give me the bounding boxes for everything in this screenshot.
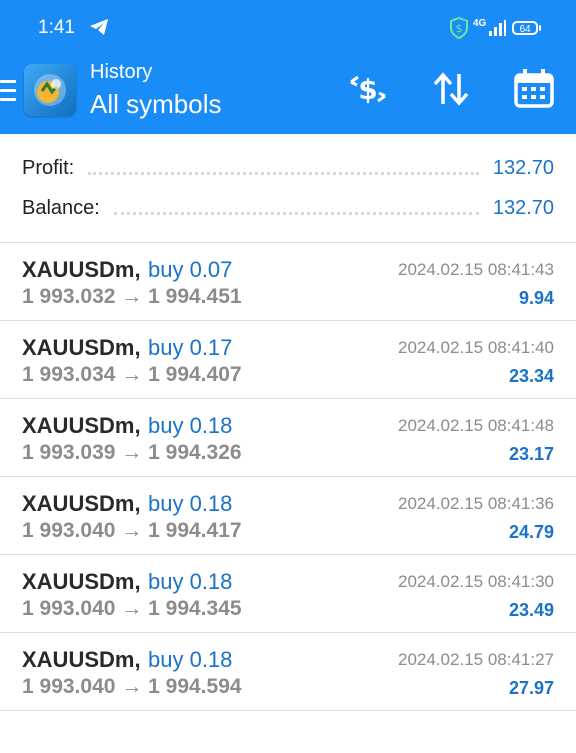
close-price: 1 994.594: [148, 675, 242, 698]
status-time: 1:41: [38, 17, 75, 38]
open-price: 1 993.040: [22, 675, 116, 698]
battery-level: 64: [519, 24, 531, 35]
sort-arrows-icon[interactable]: [432, 68, 470, 110]
trade-side-volume: buy 0.18: [148, 647, 233, 672]
price-arrow: →: [121, 363, 143, 386]
trade-row[interactable]: XAUUSDm, buy 0.17 1 993.034 → 1 994.407 202…: [0, 321, 576, 399]
trade-row[interactable]: XAUUSDm, buy 0.07 1 993.032 → 1 994.451 202…: [0, 243, 576, 321]
close-price: 1 994.326: [148, 441, 242, 464]
open-price: 1 993.040: [22, 519, 116, 542]
price-arrow: →: [121, 285, 143, 308]
trade-prices: 1 993.040 → 1 994.417: [22, 519, 242, 543]
trade-prices: 1 993.040 → 1 994.345: [22, 597, 242, 621]
battery-icon: 64: [512, 21, 538, 35]
price-arrow: →: [121, 675, 143, 698]
close-price: 1 994.345: [148, 597, 242, 620]
signal-icon: [489, 20, 506, 36]
hamburger-icon[interactable]: [0, 80, 16, 102]
trade-profit: 23.17: [508, 444, 554, 464]
profit-value: 132.70: [492, 156, 554, 179]
app-logo: [24, 64, 76, 116]
trade-profit: 23.49: [508, 600, 554, 620]
open-price: 1 993.039: [22, 441, 116, 464]
price-arrow: →: [121, 597, 143, 620]
trade-profit: 9.94: [518, 288, 554, 308]
trade-symbol: XAUUSDm,: [22, 335, 141, 360]
open-price: 1 993.032: [22, 285, 116, 308]
trade-time: 2024.02.15 08:41:48: [398, 416, 554, 435]
open-price: 1 993.034: [22, 363, 116, 386]
trade-time: 2024.02.15 08:41:27: [398, 650, 554, 669]
trade-profit: 24.79: [508, 522, 554, 542]
trade-side-volume: buy 0.18: [148, 491, 233, 516]
trade-row[interactable]: XAUUSDm, buy 0.18 1 993.040 → 1 994.345 202…: [0, 555, 576, 633]
header-subtitle: History: [90, 61, 153, 83]
trade-prices: 1 993.032 → 1 994.451: [22, 285, 242, 309]
price-arrow: →: [121, 441, 143, 464]
globe-logo-icon: [34, 74, 66, 106]
svg-text:$: $: [456, 22, 463, 35]
calendar-icon[interactable]: [514, 68, 554, 110]
trade-row[interactable]: XAUUSDm, buy 0.18 1 993.040 → 1 994.417 202…: [0, 477, 576, 555]
close-price: 1 994.407: [148, 363, 242, 386]
dotted-leader: [113, 211, 479, 215]
header-title[interactable]: All symbols: [90, 89, 221, 120]
network-type: 4G: [473, 18, 487, 29]
trade-side-volume: buy 0.18: [148, 413, 233, 438]
trade-row[interactable]: XAUUSDm, buy 0.18 1 993.039 → 1 994.326 202…: [0, 399, 576, 477]
trade-side-volume: buy 0.18: [148, 569, 233, 594]
trade-profit: 27.97: [508, 678, 554, 698]
svg-text:$: $: [358, 73, 377, 106]
dotted-leader: [88, 171, 479, 175]
price-arrow: →: [121, 519, 143, 542]
trade-symbol: XAUUSDm,: [22, 257, 141, 282]
battery-tip: [539, 25, 541, 31]
balance-value: 132.70: [492, 196, 554, 219]
trade-symbol: XAUUSDm,: [22, 491, 141, 516]
trade-prices: 1 993.034 → 1 994.407: [22, 363, 242, 387]
trade-time: 2024.02.15 08:41:40: [398, 338, 554, 357]
telegram-icon: [90, 19, 108, 35]
open-price: 1 993.040: [22, 597, 116, 620]
shield-dollar-icon: $: [450, 17, 468, 39]
balance-label: Balance:: [22, 196, 100, 219]
trade-time: 2024.02.15 08:41:43: [398, 260, 554, 279]
profit-row: Profit: 132.70: [22, 154, 554, 182]
top-app-bar: 1:41 $ 4G 64 History All symbols $: [0, 0, 576, 134]
trade-side-volume: buy 0.07: [148, 257, 233, 282]
trade-prices: 1 993.040 → 1 994.594: [22, 675, 242, 699]
trade-side-volume: buy 0.17: [148, 335, 233, 360]
profit-label: Profit:: [22, 156, 75, 179]
close-price: 1 994.417: [148, 519, 242, 542]
balance-row: Balance: 132.70: [22, 194, 554, 222]
trade-prices: 1 993.039 → 1 994.326: [22, 441, 242, 465]
summary-panel: Profit: 132.70 Balance: 132.70: [0, 134, 576, 243]
trade-symbol: XAUUSDm,: [22, 569, 141, 594]
trade-row[interactable]: XAUUSDm, buy 0.18 1 993.040 → 1 994.594 202…: [0, 633, 576, 711]
trade-time: 2024.02.15 08:41:36: [398, 494, 554, 513]
trade-time: 2024.02.15 08:41:30: [398, 572, 554, 591]
dollar-arrows-icon[interactable]: $: [348, 68, 388, 110]
close-price: 1 994.451: [148, 285, 242, 308]
trade-symbol: XAUUSDm,: [22, 413, 141, 438]
trade-symbol: XAUUSDm,: [22, 647, 141, 672]
trade-list: XAUUSDm, buy 0.07 1 993.032 → 1 994.451 202…: [0, 243, 576, 711]
trade-profit: 23.34: [508, 366, 554, 386]
